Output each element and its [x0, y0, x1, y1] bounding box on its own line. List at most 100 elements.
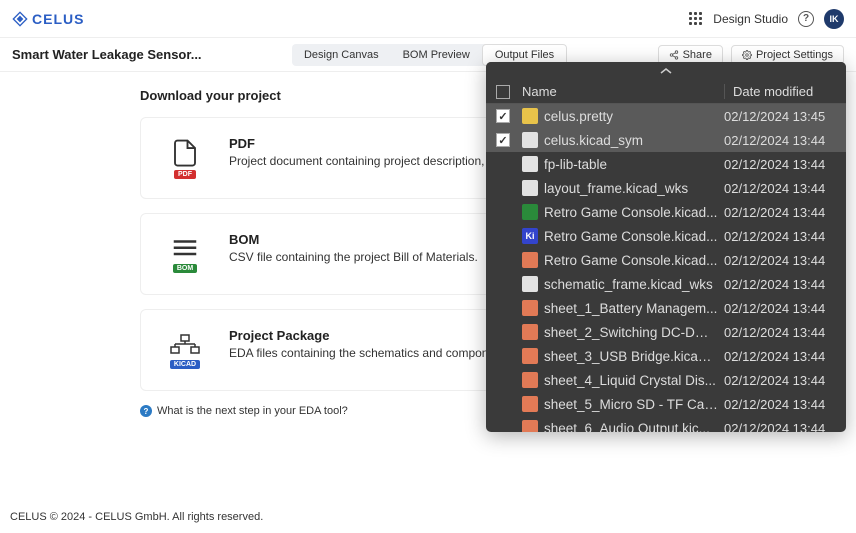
file-date: 02/12/2024 13:44 — [724, 157, 836, 172]
file-icon — [522, 108, 538, 124]
file-checkbox-spacer — [496, 349, 510, 363]
select-all-checkbox[interactable] — [496, 85, 510, 99]
file-row[interactable]: Retro Game Console.kicad...02/12/2024 13… — [486, 248, 846, 272]
help-link-text: What is the next step in your EDA tool? — [157, 405, 348, 417]
file-browser-panel: Name Date modified celus.pretty02/12/202… — [486, 62, 846, 432]
project-name: Smart Water Leakage Sensor... — [12, 47, 202, 62]
file-row[interactable]: sheet_3_USB Bridge.kicad_...02/12/2024 1… — [486, 344, 846, 368]
apps-icon[interactable] — [689, 12, 703, 26]
file-date: 02/12/2024 13:44 — [724, 133, 836, 148]
share-label: Share — [683, 49, 712, 61]
file-icon: Ki — [522, 228, 538, 244]
top-right: Design Studio ? IK — [689, 9, 844, 29]
file-name: Retro Game Console.kicad... — [544, 229, 724, 244]
file-date: 02/12/2024 13:44 — [724, 205, 836, 220]
file-checkbox-spacer — [496, 301, 510, 315]
file-checkbox-spacer — [496, 229, 510, 243]
file-checkbox-spacer — [496, 421, 510, 432]
file-name: sheet_6_Audio Output.kic... — [544, 421, 724, 433]
file-row[interactable]: Retro Game Console.kicad...02/12/2024 13… — [486, 200, 846, 224]
bom-icon: BOM — [163, 232, 207, 276]
pdf-icon: PDF — [163, 136, 207, 180]
file-checkbox-spacer — [496, 373, 510, 387]
file-row[interactable]: fp-lib-table02/12/2024 13:44 — [486, 152, 846, 176]
file-row[interactable]: sheet_5_Micro SD - TF Car...02/12/2024 1… — [486, 392, 846, 416]
file-icon — [522, 132, 538, 148]
kicad-badge: KICAD — [170, 360, 200, 369]
pdf-badge: PDF — [174, 170, 196, 179]
file-name: sheet_2_Switching DC-DC ... — [544, 325, 724, 340]
file-name: Retro Game Console.kicad... — [544, 205, 724, 220]
card-bom-title: BOM — [229, 232, 478, 247]
file-row[interactable]: celus.kicad_sym02/12/2024 13:44 — [486, 128, 846, 152]
file-name: sheet_5_Micro SD - TF Car... — [544, 397, 724, 412]
file-date: 02/12/2024 13:44 — [724, 229, 836, 244]
file-checkbox-spacer — [496, 325, 510, 339]
file-row[interactable]: schematic_frame.kicad_wks02/12/2024 13:4… — [486, 272, 846, 296]
file-list: celus.pretty02/12/2024 13:45celus.kicad_… — [486, 104, 846, 432]
file-date: 02/12/2024 13:44 — [724, 373, 836, 388]
file-row[interactable]: sheet_4_Liquid Crystal Dis...02/12/2024 … — [486, 368, 846, 392]
file-icon — [522, 156, 538, 172]
bom-badge: BOM — [173, 264, 197, 273]
brand-text: CELUS — [32, 11, 84, 27]
file-icon — [522, 372, 538, 388]
file-icon — [522, 324, 538, 340]
file-name: sheet_1_Battery Managem... — [544, 301, 724, 316]
file-icon — [522, 300, 538, 316]
package-icon: KICAD — [163, 328, 207, 372]
file-checkbox-spacer — [496, 277, 510, 291]
tab-bom-preview[interactable]: BOM Preview — [391, 44, 482, 66]
share-icon — [669, 50, 679, 60]
gear-icon — [742, 50, 752, 60]
card-bom-desc: CSV file containing the project Bill of … — [229, 250, 478, 264]
file-column-header: Name Date modified — [486, 80, 846, 104]
file-checkbox-spacer — [496, 181, 510, 195]
file-icon — [522, 420, 538, 432]
file-name: Retro Game Console.kicad... — [544, 253, 724, 268]
avatar[interactable]: IK — [824, 9, 844, 29]
celus-logo-icon — [12, 11, 28, 27]
file-icon — [522, 396, 538, 412]
footer: CELUS © 2024 - CELUS GmbH. All rights re… — [10, 511, 263, 523]
file-date: 02/12/2024 13:44 — [724, 181, 836, 196]
file-name: layout_frame.kicad_wks — [544, 181, 724, 196]
file-row[interactable]: sheet_1_Battery Managem...02/12/2024 13:… — [486, 296, 846, 320]
file-row[interactable]: sheet_6_Audio Output.kic...02/12/2024 13… — [486, 416, 846, 432]
file-checkbox-spacer — [496, 253, 510, 267]
settings-label: Project Settings — [756, 49, 833, 61]
file-panel-collapse[interactable] — [486, 62, 846, 80]
file-icon — [522, 180, 538, 196]
file-date: 02/12/2024 13:44 — [724, 277, 836, 292]
tab-design-canvas[interactable]: Design Canvas — [292, 44, 391, 66]
file-row[interactable]: celus.pretty02/12/2024 13:45 — [486, 104, 846, 128]
chevron-up-icon — [659, 67, 673, 75]
file-icon — [522, 276, 538, 292]
file-date: 02/12/2024 13:44 — [724, 421, 836, 433]
file-icon — [522, 204, 538, 220]
file-name: sheet_4_Liquid Crystal Dis... — [544, 373, 724, 388]
col-name[interactable]: Name — [522, 84, 724, 99]
file-row[interactable]: sheet_2_Switching DC-DC ...02/12/2024 13… — [486, 320, 846, 344]
question-icon: ? — [140, 405, 152, 417]
file-row[interactable]: layout_frame.kicad_wks02/12/2024 13:44 — [486, 176, 846, 200]
file-name: sheet_3_USB Bridge.kicad_... — [544, 349, 724, 364]
design-studio-link[interactable]: Design Studio — [713, 12, 788, 26]
file-checkbox-spacer — [496, 205, 510, 219]
top-bar: CELUS Design Studio ? IK — [0, 0, 856, 38]
col-date[interactable]: Date modified — [724, 84, 836, 99]
file-date: 02/12/2024 13:44 — [724, 301, 836, 316]
file-date: 02/12/2024 13:44 — [724, 349, 836, 364]
file-checkbox[interactable] — [496, 109, 510, 123]
file-checkbox[interactable] — [496, 133, 510, 147]
brand-logo[interactable]: CELUS — [12, 11, 84, 27]
help-icon[interactable]: ? — [798, 11, 814, 27]
file-name: celus.pretty — [544, 109, 724, 124]
file-icon — [522, 252, 538, 268]
file-name: celus.kicad_sym — [544, 133, 724, 148]
file-name: schematic_frame.kicad_wks — [544, 277, 724, 292]
file-date: 02/12/2024 13:44 — [724, 325, 836, 340]
file-row[interactable]: Ki Retro Game Console.kicad...02/12/2024 … — [486, 224, 846, 248]
file-checkbox-spacer — [496, 397, 510, 411]
file-date: 02/12/2024 13:44 — [724, 397, 836, 412]
